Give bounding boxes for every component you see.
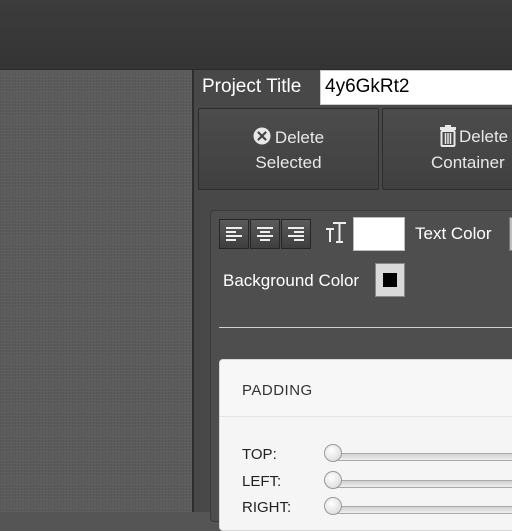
divider (219, 327, 512, 328)
project-title-label: Project Title (202, 76, 302, 97)
delete-selected-button[interactable]: Delete Selected (198, 108, 379, 190)
background-color-label: Background Color (223, 271, 360, 290)
x-circle-icon (253, 127, 271, 150)
padding-header: PADDING (220, 360, 512, 417)
editor-panel: Project Title 4y6GkRt2 Delete Selected D… (192, 70, 512, 531)
padding-row-right: RIGHT: (242, 497, 512, 519)
padding-left-slider-handle[interactable] (324, 471, 342, 489)
project-title-row: Project Title 4y6GkRt2 (194, 70, 512, 107)
align-right-button[interactable] (281, 219, 311, 249)
padding-card: PADDING TOP: LEFT: RIGHT: (219, 359, 512, 531)
padding-left-label: LEFT: (242, 473, 282, 490)
padding-top-slider-handle[interactable] (324, 444, 342, 462)
align-left-button[interactable] (219, 219, 249, 249)
text-size-icon (325, 220, 347, 249)
padding-title: PADDING (242, 382, 313, 399)
top-toolbar (0, 0, 512, 70)
padding-left-slider-track[interactable] (334, 480, 512, 488)
delete-container-label-2: Container (431, 153, 505, 172)
padding-right-slider-handle[interactable] (324, 497, 342, 515)
padding-right-slider-track[interactable] (334, 506, 512, 514)
padding-row-top: TOP: (242, 444, 512, 466)
padding-right-label: RIGHT: (242, 499, 292, 516)
align-center-button[interactable] (250, 219, 280, 249)
delete-selected-label-1: Delete (274, 127, 325, 147)
text-color-label: Text Color (415, 224, 492, 243)
align-center-icon (257, 227, 273, 241)
trash-icon (439, 125, 457, 152)
padding-top-slider-track[interactable] (334, 453, 512, 461)
align-left-icon (226, 227, 242, 241)
align-right-icon (288, 227, 304, 241)
padding-top-label: TOP: (242, 446, 277, 463)
project-title-input[interactable]: 4y6GkRt2 (320, 70, 512, 105)
font-size-input[interactable] (353, 217, 405, 251)
background-color-swatch[interactable] (375, 263, 405, 297)
padding-row-left: LEFT: (242, 471, 512, 493)
design-canvas[interactable] (0, 70, 192, 512)
delete-container-button[interactable]: Delete Container (382, 108, 512, 190)
delete-selected-label-2: Selected (255, 153, 322, 172)
style-settings-panel: Text Color Background Color PADDING TOP:… (210, 210, 512, 531)
background-color-preview (383, 273, 397, 287)
